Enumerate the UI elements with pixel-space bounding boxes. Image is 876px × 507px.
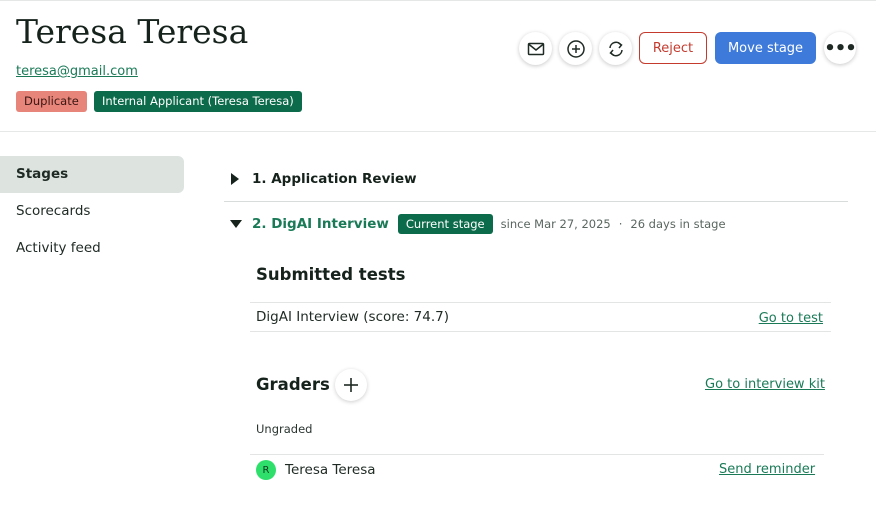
email-button[interactable] (519, 32, 552, 65)
caret-right-icon[interactable] (224, 173, 252, 185)
add-grader-button[interactable] (335, 369, 367, 401)
stage-divider (224, 201, 848, 202)
avatar: R (256, 460, 276, 480)
more-options-button[interactable]: ••• (824, 32, 857, 64)
go-to-test-link[interactable]: Go to test (759, 311, 823, 326)
table-row: DigAI Interview (score: 74.7) Go to test (250, 302, 831, 332)
plus-circle-icon (566, 39, 585, 58)
grader-divider (250, 454, 824, 455)
sidebar-item-stages[interactable]: Stages (0, 156, 184, 193)
submitted-tests-heading: Submitted tests (256, 265, 406, 284)
stage-row-digai-interview[interactable]: 2. DigAI Interview Current stage since M… (224, 209, 726, 239)
envelope-icon (527, 42, 544, 55)
test-name: DigAI Interview (score: 74.7) (256, 309, 449, 325)
sidebar-item-scorecards[interactable]: Scorecards (0, 193, 184, 230)
current-stage-badge: Current stage (397, 214, 493, 234)
transfer-button[interactable] (599, 32, 632, 65)
header-divider (0, 131, 876, 132)
candidate-email-link[interactable]: teresa@gmail.com (16, 64, 138, 79)
grader-name: Teresa Teresa (285, 462, 376, 478)
ungraded-label: Ungraded (256, 422, 313, 436)
reject-button[interactable]: Reject (639, 32, 707, 64)
internal-applicant-badge: Internal Applicant (Teresa Teresa) (94, 91, 302, 112)
duplicate-badge: Duplicate (16, 91, 87, 112)
separator-dot: · (618, 217, 623, 231)
stage-title: 2. DigAI Interview (252, 216, 389, 232)
top-border (0, 0, 876, 4)
go-to-interview-kit-link[interactable]: Go to interview kit (705, 377, 825, 392)
stage-title: 1. Application Review (252, 171, 417, 187)
send-reminder-link[interactable]: Send reminder (719, 462, 815, 477)
move-stage-button[interactable]: Move stage (715, 32, 816, 64)
stage-since-date: since Mar 27, 2025 (500, 217, 611, 231)
refresh-icon (608, 41, 623, 56)
more-dots-icon: ••• (824, 37, 857, 59)
sidebar-item-activity-feed[interactable]: Activity feed (0, 230, 184, 267)
add-button[interactable] (559, 32, 592, 65)
caret-down-icon[interactable] (224, 219, 252, 229)
plus-icon (344, 378, 358, 392)
graders-heading: Graders (256, 375, 330, 394)
days-in-stage: 26 days in stage (630, 217, 726, 231)
stage-row-application-review[interactable]: 1. Application Review (224, 164, 417, 194)
candidate-name: Teresa Teresa (16, 12, 249, 51)
